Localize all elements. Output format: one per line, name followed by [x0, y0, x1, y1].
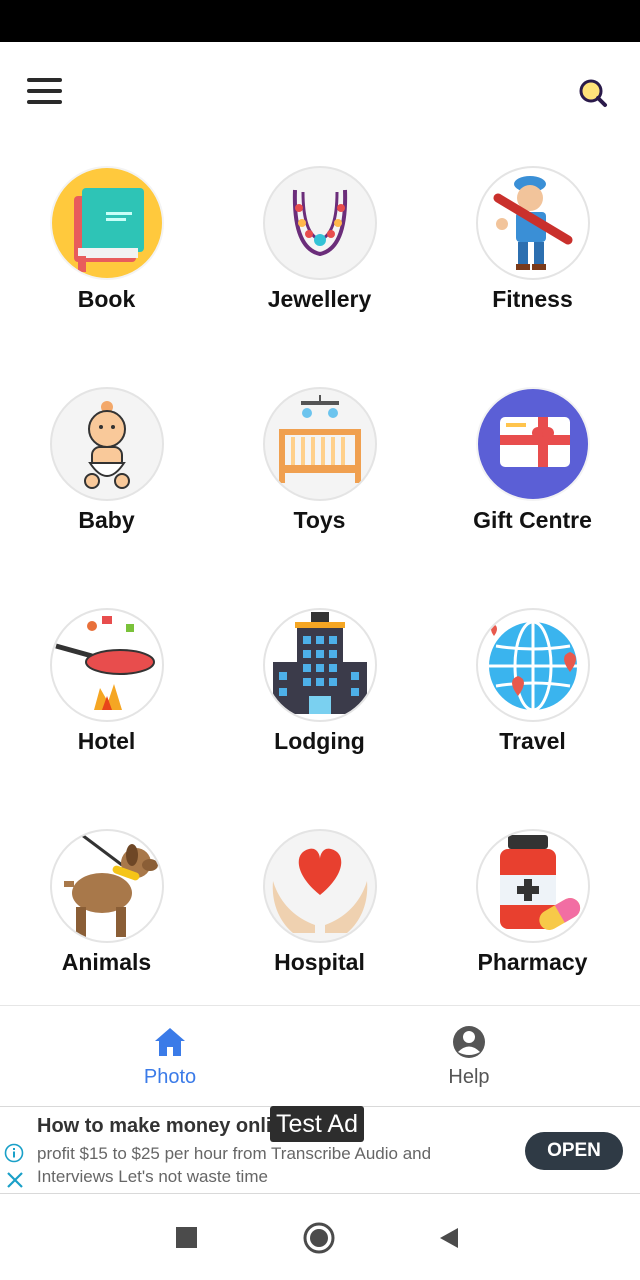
app-bar [0, 42, 640, 142]
category-label: Animals [61, 949, 152, 975]
medicine-icon [475, 829, 590, 943]
category-travel[interactable]: Travel [426, 608, 639, 808]
category-label: Jewellery [267, 286, 372, 312]
category-baby[interactable]: Baby [0, 387, 213, 587]
category-label: Baby [78, 507, 135, 533]
category-hotel[interactable]: Hotel [0, 608, 213, 808]
book-icon [49, 166, 164, 280]
dog-icon [49, 829, 164, 943]
category-label: Fitness [492, 286, 573, 312]
system-navigation-bar [0, 1195, 640, 1280]
ad-title: How to make money onli [37, 1115, 272, 1137]
category-toys[interactable]: Toys [213, 387, 426, 587]
plumber-icon [475, 166, 590, 280]
status-bar [0, 0, 640, 42]
hamburger-menu-icon[interactable] [22, 70, 66, 114]
category-animals[interactable]: Animals [0, 829, 213, 1029]
category-label: Book [77, 286, 136, 312]
close-icon[interactable] [5, 1170, 25, 1190]
category-hospital[interactable]: Hospital [213, 829, 426, 1029]
ad-open-button[interactable]: OPEN [525, 1132, 623, 1170]
category-label: Lodging [274, 728, 365, 754]
home-icon [152, 1024, 188, 1060]
globe-pin-icon [475, 608, 590, 722]
category-label: Travel [499, 728, 566, 754]
account-circle-icon [451, 1024, 487, 1060]
category-label: Hotel [77, 728, 136, 754]
home-button-icon[interactable] [303, 1222, 335, 1254]
search-icon[interactable] [572, 72, 616, 116]
category-pharmacy[interactable]: Pharmacy [426, 829, 639, 1029]
category-label: Hospital [274, 949, 365, 975]
heart-hands-icon [262, 829, 377, 943]
back-icon[interactable] [438, 1226, 460, 1250]
category-gift-centre[interactable]: Gift Centre [426, 387, 639, 587]
category-label: Pharmacy [477, 949, 588, 975]
category-label: Gift Centre [473, 507, 592, 533]
info-icon[interactable] [4, 1143, 24, 1163]
category-label: Toys [293, 507, 346, 533]
nav-photo[interactable]: Photo [10, 1006, 330, 1106]
nav-photo-label: Photo [143, 1066, 197, 1088]
crib-icon [262, 387, 377, 501]
category-fitness[interactable]: Fitness [426, 166, 639, 366]
frying-pan-icon [49, 608, 164, 722]
ad-body: profit $15 to $25 per hour from Transcri… [37, 1144, 432, 1186]
nav-help[interactable]: Help [309, 1006, 629, 1106]
category-book[interactable]: Book [0, 166, 213, 366]
category-lodging[interactable]: Lodging [213, 608, 426, 808]
category-jewellery[interactable]: Jewellery [213, 166, 426, 366]
recents-icon[interactable] [176, 1227, 197, 1248]
bottom-navigation: Photo Help [0, 1005, 640, 1105]
nav-help-label: Help [448, 1066, 490, 1088]
hotel-building-icon [262, 608, 377, 722]
test-ad-badge: Test Ad [270, 1106, 364, 1142]
necklace-icon [262, 166, 377, 280]
gift-card-icon [475, 387, 590, 501]
baby-icon [49, 387, 164, 501]
